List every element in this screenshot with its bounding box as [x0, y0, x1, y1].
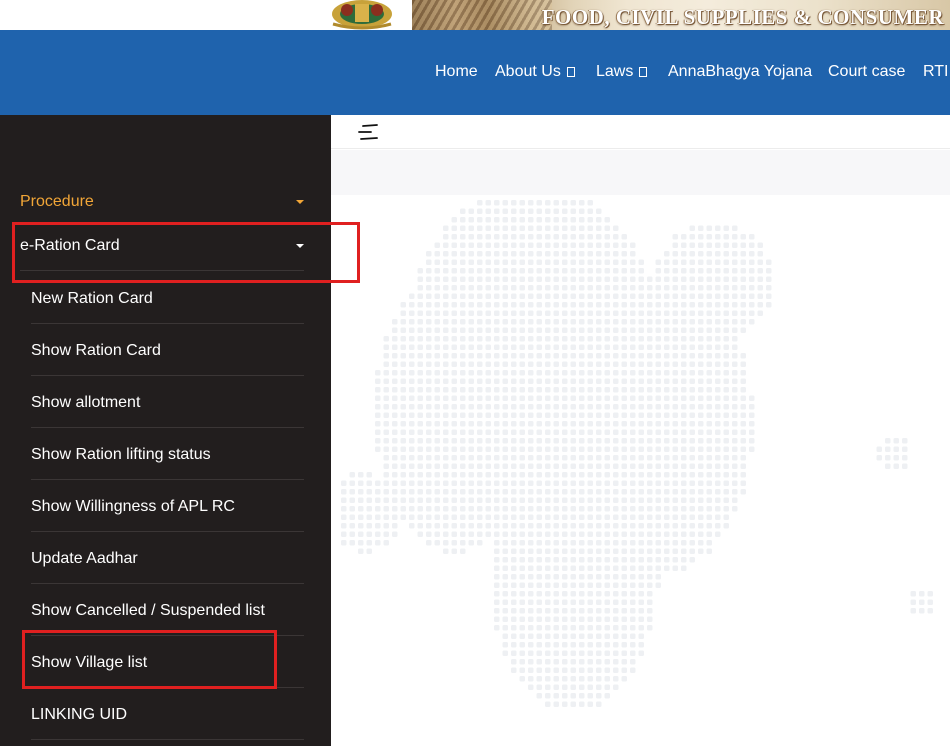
nav-court-case[interactable]: Court case	[828, 63, 905, 81]
dropdown-icon	[639, 67, 648, 77]
caret-down-icon	[296, 244, 304, 248]
sidebar-item-label: Procedure	[20, 193, 94, 210]
nav-label: AnnaBhagya Yojana	[668, 63, 813, 80]
submenu-label: Show Cancelled / Suspended list	[31, 602, 265, 619]
nav-label: Court case	[828, 63, 906, 80]
nav-laws[interactable]: Laws	[596, 63, 648, 81]
submenu-update-aadhar[interactable]: Update Aadhar	[31, 532, 304, 584]
nav-rti[interactable]: RTI	[923, 63, 948, 81]
content-toolbar	[331, 115, 950, 149]
department-title: FOOD, CIVIL SUPPLIES & CONSUMER	[541, 5, 944, 29]
submenu-label: Show Village list	[31, 654, 148, 671]
state-emblem-logo	[332, 0, 392, 30]
sidebar: Procedure e-Ration Card New Ration Card …	[0, 115, 331, 746]
nav-label: Laws	[596, 63, 634, 80]
submenu-show-willingness-apl-rc[interactable]: Show Willingness of APL RC	[31, 480, 304, 532]
header-banner: FOOD, CIVIL SUPPLIES & CONSUMER	[0, 0, 950, 30]
nav-home[interactable]: Home	[435, 63, 478, 81]
submenu-label: New Ration Card	[31, 290, 153, 307]
nav-annabhagya-yojana[interactable]: AnnaBhagya Yojana	[668, 63, 812, 81]
submenu-linking-uid[interactable]: LINKING UID	[31, 688, 304, 740]
submenu-label: Show Ration Card	[31, 342, 161, 359]
dropdown-icon	[566, 67, 575, 77]
submenu-show-village-list[interactable]: Show Village list	[31, 636, 304, 688]
submenu-label: Show Willingness of APL RC	[31, 498, 235, 515]
sidebar-item-label: e-Ration Card	[20, 237, 120, 254]
nav-label: Home	[435, 63, 478, 80]
submenu-label: Update Aadhar	[31, 550, 138, 567]
submenu-new-ration-card[interactable]: New Ration Card	[31, 272, 304, 324]
nav-label: RTI	[923, 63, 949, 80]
main-navbar: Home About Us Laws AnnaBhagya Yojana Cou…	[0, 30, 950, 115]
submenu-show-ration-lifting-status[interactable]: Show Ration lifting status	[31, 428, 304, 480]
submenu-show-ration-card[interactable]: Show Ration Card	[31, 324, 304, 376]
caret-down-icon	[296, 200, 304, 204]
world-map-background	[341, 200, 933, 707]
submenu-label: Show allotment	[31, 394, 141, 411]
menu-toggle-icon[interactable]	[357, 122, 379, 142]
submenu-label: LINKING UID	[31, 706, 128, 723]
sidebar-item-e-ration-card[interactable]: e-Ration Card	[20, 219, 304, 271]
submenu-show-cancelled-suspended-list[interactable]: Show Cancelled / Suspended list	[31, 584, 304, 636]
main-content	[331, 150, 950, 746]
banner-image: FOOD, CIVIL SUPPLIES & CONSUMER	[412, 0, 950, 30]
nav-about-us[interactable]: About Us	[495, 63, 575, 81]
submenu-label: Show Ration lifting status	[31, 446, 211, 463]
nav-label: About Us	[495, 63, 561, 80]
submenu-show-allotment[interactable]: Show allotment	[31, 376, 304, 428]
